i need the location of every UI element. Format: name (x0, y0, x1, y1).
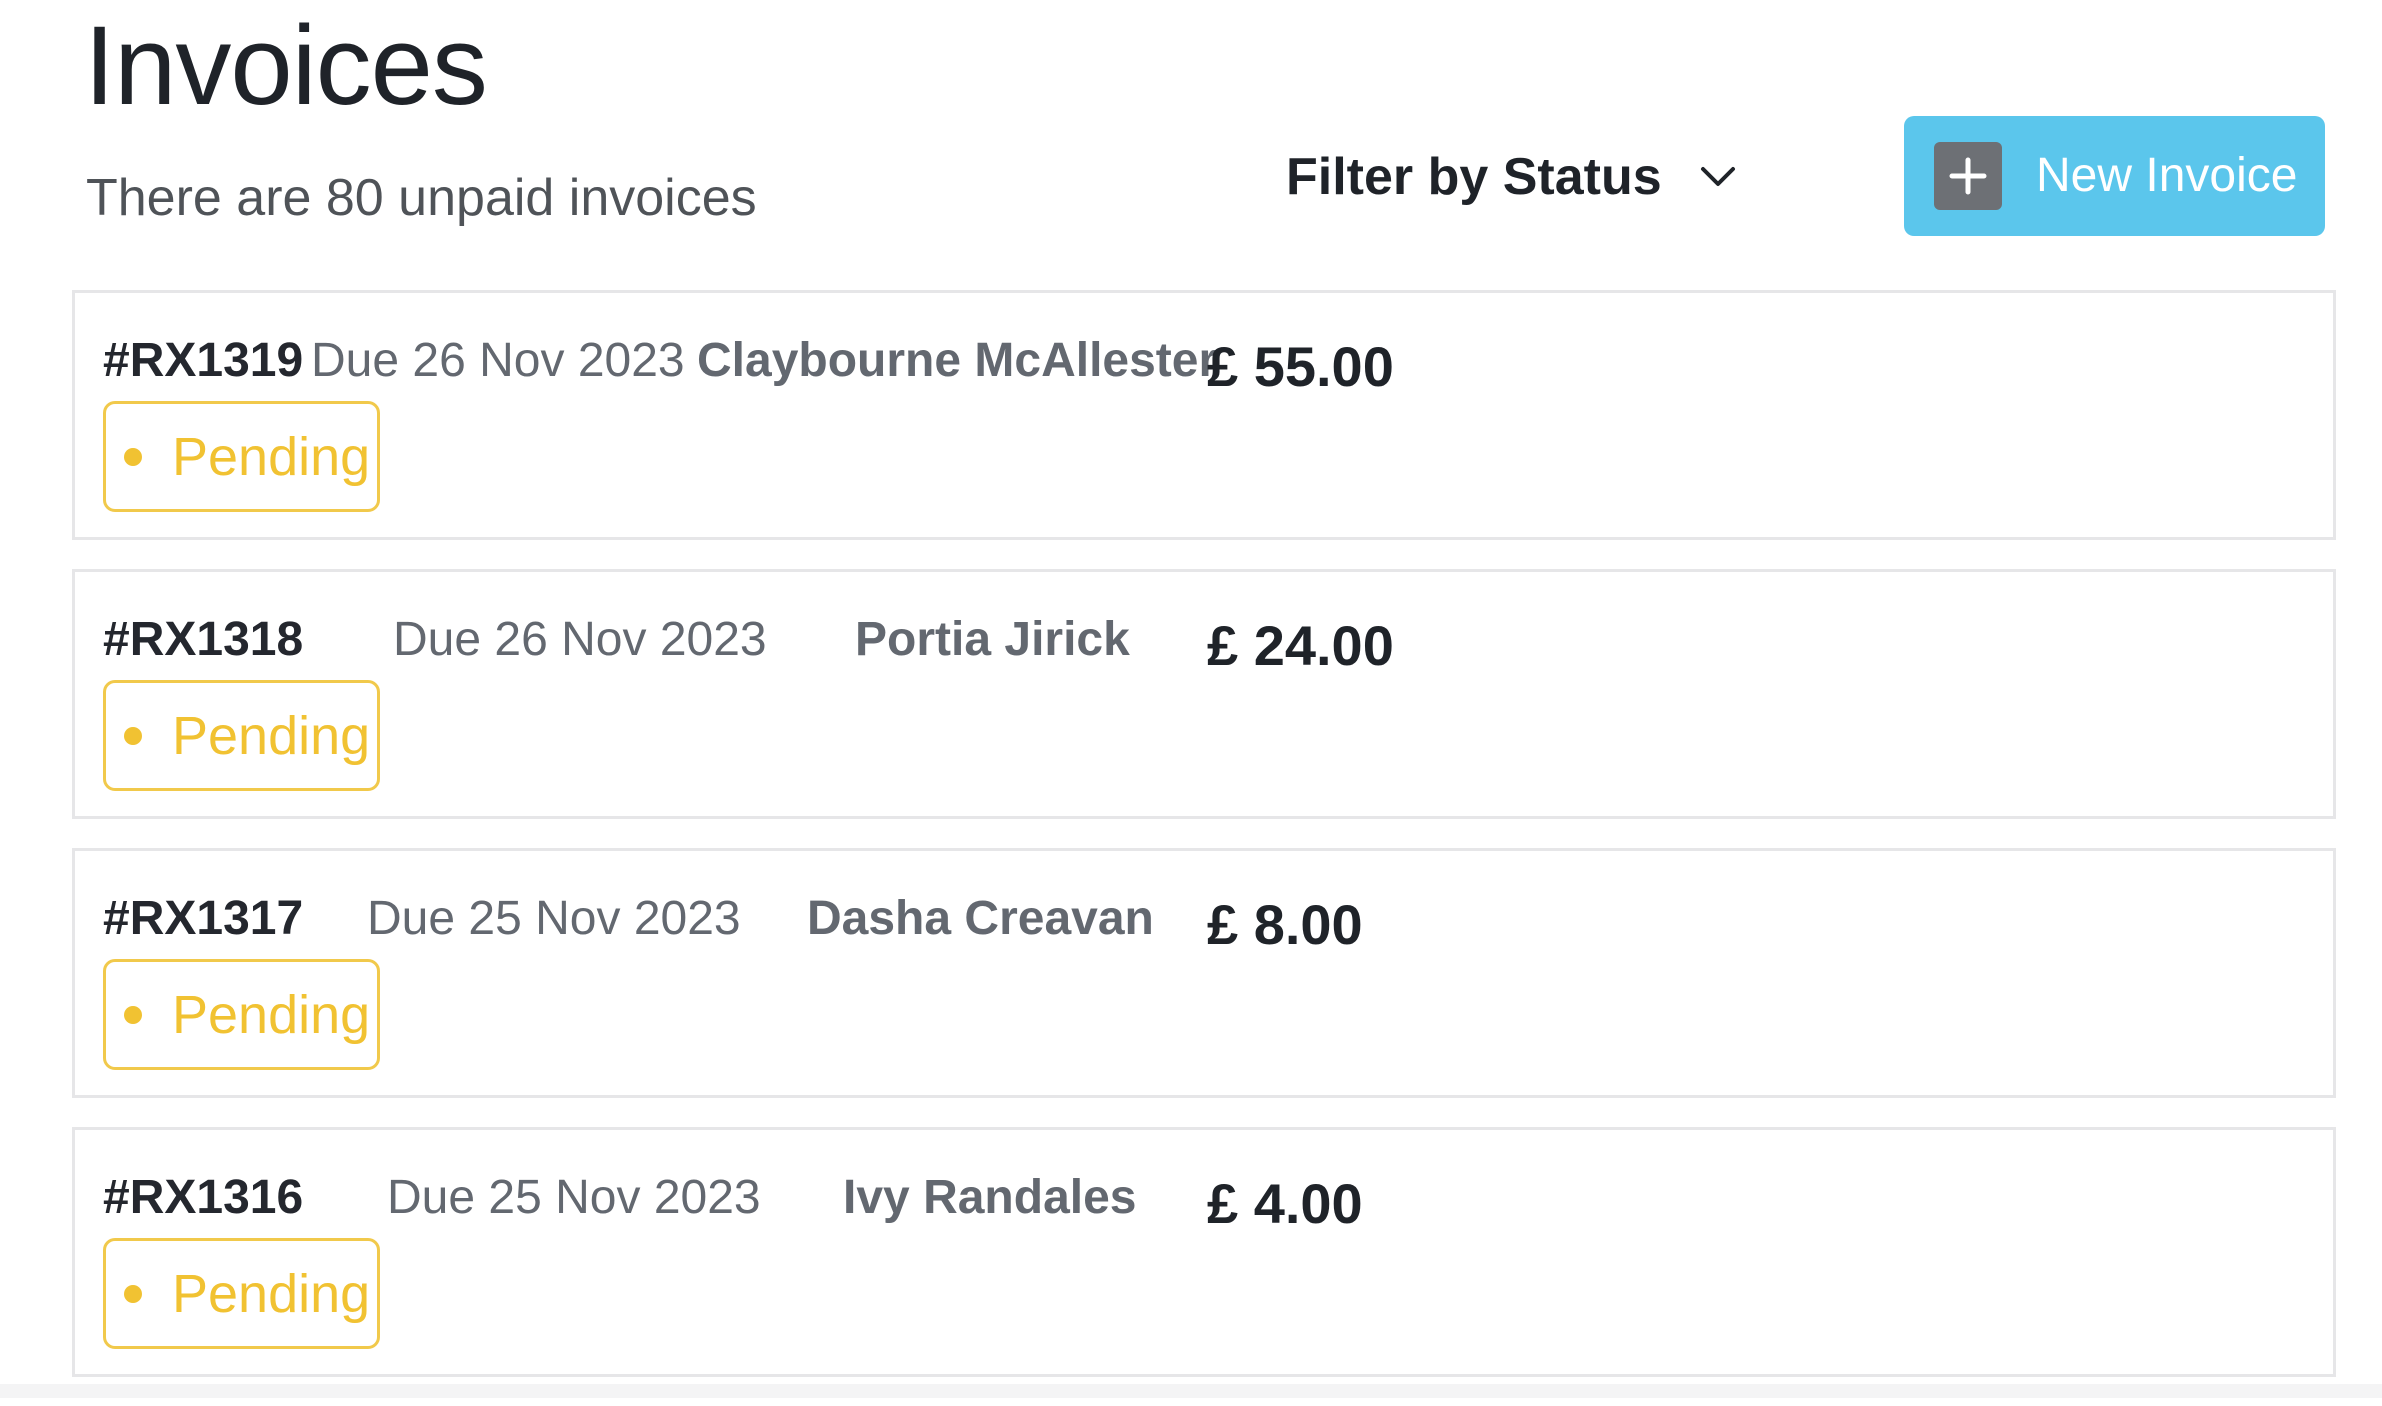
invoice-amount: £ 4.00 (1207, 1172, 1363, 1235)
status-dot-icon (124, 447, 142, 466)
invoice-due-date: Due 26 Nov 2023 (311, 334, 685, 387)
invoice-due-date: Due 25 Nov 2023 (387, 1171, 761, 1224)
status-label: Pending (172, 705, 371, 766)
status-dot-icon (124, 726, 142, 745)
invoice-row[interactable]: #RX1316 Due 25 Nov 2023 Ivy Randales £ 4… (72, 1127, 2336, 1377)
plus-icon (1934, 142, 2002, 210)
status-dot-icon (124, 1284, 142, 1303)
chevron-down-icon (1698, 157, 1738, 197)
invoice-amount: £ 8.00 (1207, 893, 1363, 956)
new-invoice-label: New Invoice (2036, 149, 2298, 202)
status-badge: Pending (103, 680, 380, 791)
invoice-amount: £ 24.00 (1207, 614, 1394, 677)
new-invoice-button[interactable]: New Invoice (1904, 116, 2325, 236)
status-dot-icon (124, 1005, 142, 1024)
invoice-id: #RX1318 (103, 613, 304, 666)
invoice-list: #RX1319 Due 26 Nov 2023 Claybourne McAll… (72, 290, 2336, 1406)
filter-by-status-dropdown[interactable]: Filter by Status (1286, 144, 1738, 210)
invoice-amount: £ 55.00 (1207, 335, 1394, 398)
invoice-due-date: Due 26 Nov 2023 (393, 613, 767, 666)
invoice-client-name: Ivy Randales (843, 1171, 1137, 1224)
invoices-page: Invoices There are 80 unpaid invoices Fi… (0, 0, 2382, 1398)
status-label: Pending (172, 1263, 371, 1324)
status-badge: Pending (103, 1238, 380, 1349)
invoice-id: #RX1317 (103, 892, 304, 945)
status-label: Pending (172, 426, 371, 487)
invoice-client-name: Claybourne McAllester (697, 334, 1218, 387)
invoice-count-subtitle: There are 80 unpaid invoices (86, 169, 757, 227)
invoice-client-name: Dasha Creavan (807, 892, 1154, 945)
status-badge: Pending (103, 959, 380, 1070)
invoice-row[interactable]: #RX1319 Due 26 Nov 2023 Claybourne McAll… (72, 290, 2336, 540)
invoice-id: #RX1319 (103, 334, 304, 387)
page-bottom-edge (0, 1384, 2382, 1398)
page-title: Invoices (84, 3, 488, 128)
status-label: Pending (172, 984, 371, 1045)
invoice-id: #RX1316 (103, 1171, 304, 1224)
invoice-row[interactable]: #RX1317 Due 25 Nov 2023 Dasha Creavan £ … (72, 848, 2336, 1098)
filter-label: Filter by Status (1286, 148, 1662, 206)
invoice-due-date: Due 25 Nov 2023 (367, 892, 741, 945)
invoice-client-name: Portia Jirick (855, 613, 1130, 666)
invoice-row[interactable]: #RX1318 Due 26 Nov 2023 Portia Jirick £ … (72, 569, 2336, 819)
status-badge: Pending (103, 401, 380, 512)
